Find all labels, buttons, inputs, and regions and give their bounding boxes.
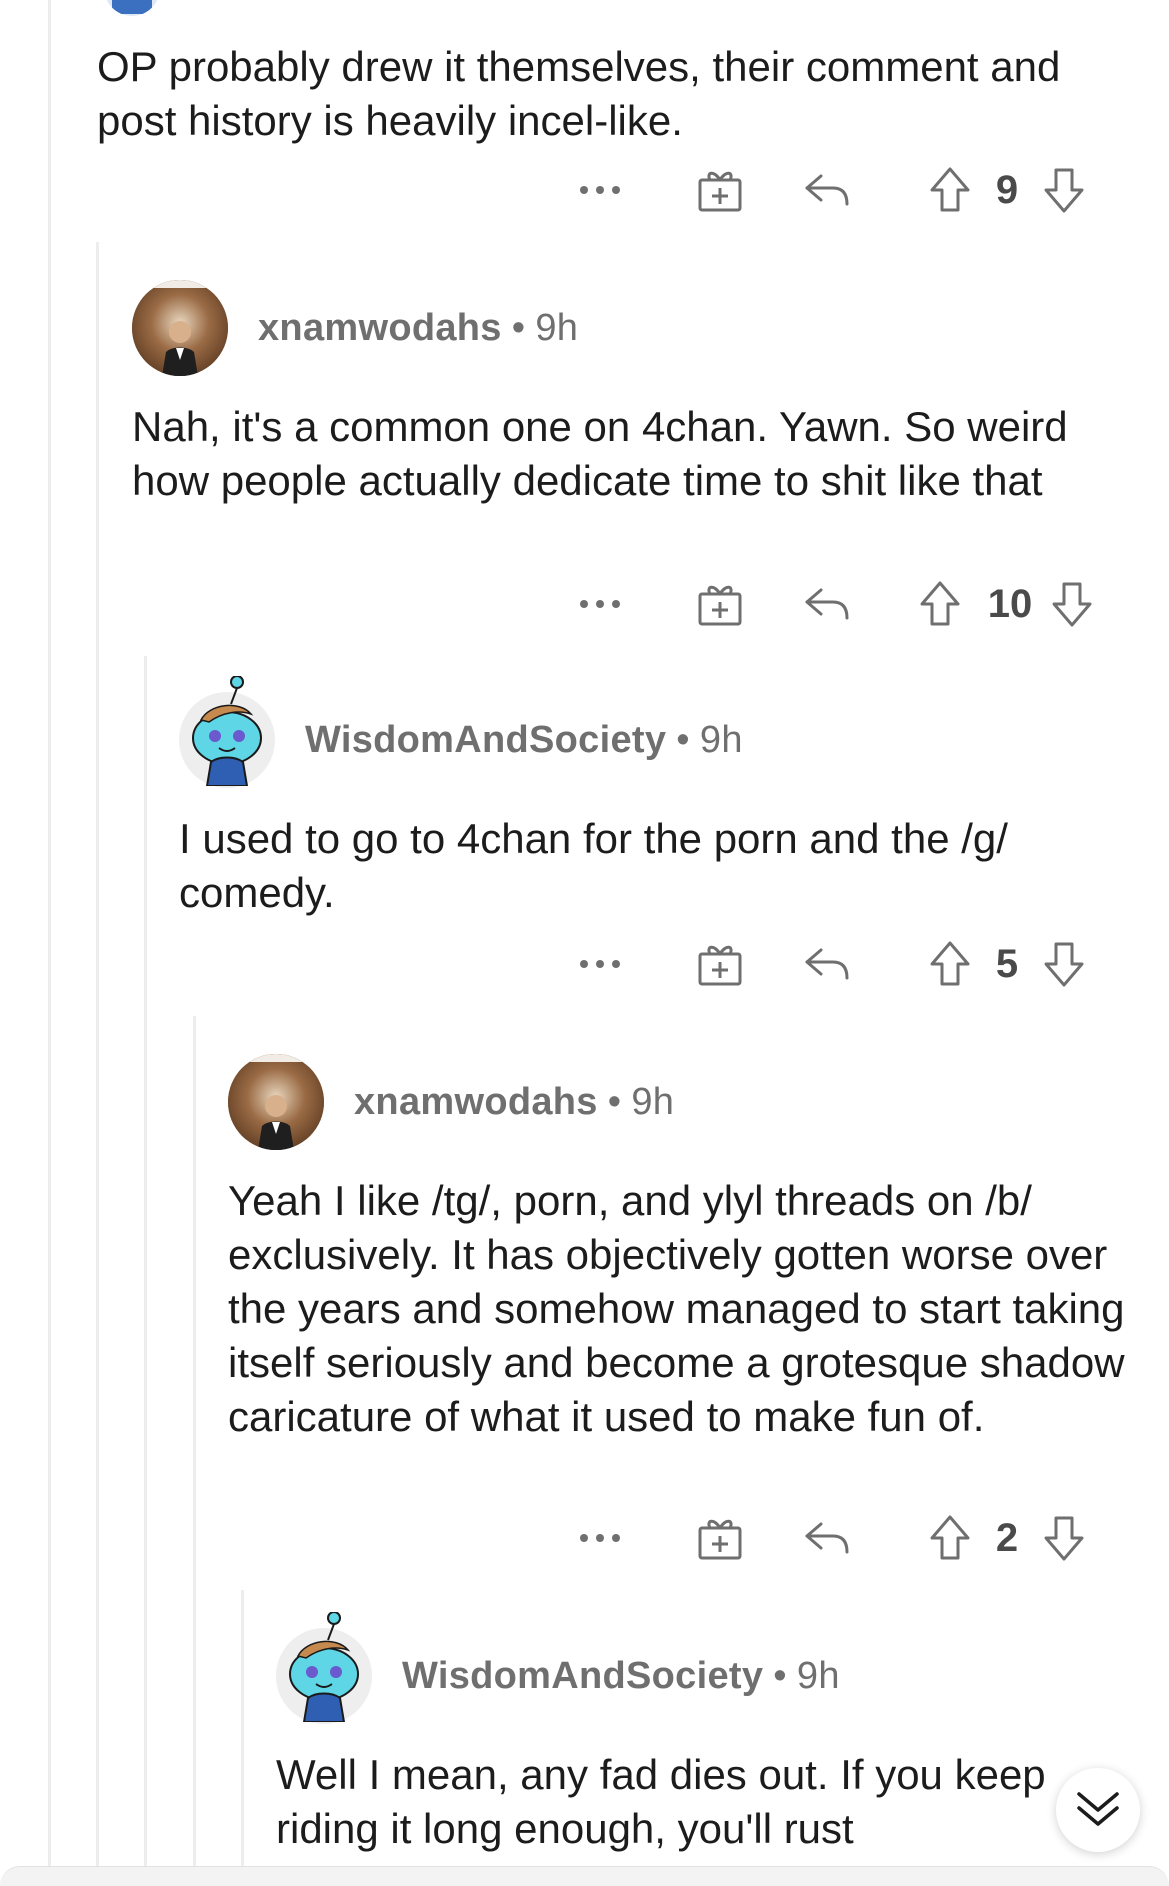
bottom-sheet-edge <box>0 1866 1169 1886</box>
upvote-button[interactable] <box>920 160 980 220</box>
comment-header: xnamwodahs • 9h <box>132 278 578 378</box>
upvote-button[interactable] <box>920 934 980 994</box>
comment-meta: WisdomAndSociety • 9h <box>402 1655 840 1698</box>
downvote-button[interactable] <box>1034 1508 1094 1568</box>
comment-body: OP probably drew it themselves, their co… <box>97 43 1061 144</box>
downvote-button[interactable] <box>1034 160 1094 220</box>
comment-header: WisdomAndSociety • 9h <box>179 676 743 790</box>
comment-actions: 10 <box>0 574 1169 634</box>
score-count: 2 <box>995 1516 1019 1560</box>
timestamp: 9h <box>699 718 743 761</box>
award-button[interactable] <box>690 934 750 994</box>
downvote-button[interactable] <box>1034 934 1094 994</box>
upvote-button[interactable] <box>920 1508 980 1568</box>
snoo-avatar[interactable] <box>179 676 275 788</box>
timestamp: 9h <box>796 1654 840 1697</box>
award-icon <box>698 945 742 986</box>
reply-button[interactable] <box>797 1508 857 1568</box>
comment-2: WisdomAndSociety • 9h I used to go to 4cha… <box>179 676 1139 950</box>
username[interactable]: WisdomAndSociety <box>305 719 666 761</box>
comment-body: I used to go to 4chan for the porn and t… <box>179 815 1008 916</box>
reply-icon <box>805 1522 849 1554</box>
score-count: 10 <box>987 582 1033 626</box>
downvote-icon <box>1052 582 1092 627</box>
comment-body: Yeah I like /tg/, porn, and ylyl threads… <box>228 1177 1125 1440</box>
comment-actions: 9 <box>0 160 1169 220</box>
comment-1: xnamwodahs • 9h Nah, it's a common one on … <box>132 278 1132 608</box>
reply-button[interactable] <box>797 934 857 994</box>
award-button[interactable] <box>690 1508 750 1568</box>
snoo-avatar[interactable] <box>276 1612 372 1724</box>
thread-line-level-2[interactable] <box>96 242 99 1885</box>
more-options-icon <box>580 960 620 968</box>
more-options-button[interactable] <box>570 1508 630 1568</box>
upvote-icon <box>930 1515 970 1560</box>
username[interactable]: xnamwodahs <box>258 307 502 349</box>
more-options-icon <box>580 1534 620 1542</box>
downvote-icon <box>1044 168 1084 213</box>
score-count: 9 <box>995 168 1019 212</box>
upvote-icon <box>930 941 970 986</box>
comment-actions: 2 <box>0 1508 1169 1568</box>
timestamp: 9h <box>535 306 579 349</box>
photo-avatar[interactable] <box>228 1054 324 1150</box>
thread-line-level-3[interactable] <box>144 656 147 1885</box>
meta-separator: • <box>676 718 690 761</box>
upvote-icon <box>930 167 970 212</box>
more-options-button[interactable] <box>570 934 630 994</box>
comment-3: xnamwodahs • 9h Yeah I like /tg/, porn, an… <box>228 1052 1148 1512</box>
award-button[interactable] <box>690 160 750 220</box>
comment-actions: 5 <box>0 934 1169 994</box>
thread-line-level-4[interactable] <box>193 1016 196 1885</box>
collapse-thread-button[interactable] <box>1056 1768 1140 1852</box>
photo-avatar[interactable] <box>132 280 228 376</box>
reply-icon <box>805 174 849 206</box>
award-icon <box>698 585 742 626</box>
comment-body: Nah, it's a common one on 4chan. Yawn. S… <box>132 403 1068 504</box>
comment-meta: WisdomAndSociety • 9h <box>305 719 743 762</box>
reply-button[interactable] <box>797 574 857 634</box>
downvote-button[interactable] <box>1042 574 1102 634</box>
upvote-icon <box>920 581 960 626</box>
username[interactable]: xnamwodahs <box>354 1081 598 1123</box>
meta-separator: • <box>511 306 526 349</box>
comment-header: WisdomAndSociety • 9h <box>276 1612 840 1726</box>
more-options-button[interactable] <box>570 574 630 634</box>
meta-separator: • <box>773 1654 787 1697</box>
reply-icon <box>805 948 849 980</box>
downvote-icon <box>1044 1516 1084 1561</box>
more-options-button[interactable] <box>570 160 630 220</box>
reply-button[interactable] <box>797 160 857 220</box>
comment-body: Well I mean, any fad dies out. If you ke… <box>276 1751 1046 1852</box>
comment-meta: xnamwodahs • 9h <box>354 1081 674 1124</box>
upvote-button[interactable] <box>910 574 970 634</box>
comment-4: WisdomAndSociety • 9h Well I mean, any fad… <box>276 1612 1156 1876</box>
reply-icon <box>805 588 849 620</box>
top-avatar-partial <box>104 0 160 16</box>
comment-meta: xnamwodahs • 9h <box>258 307 578 350</box>
timestamp: 9h <box>631 1080 675 1123</box>
award-icon <box>698 1519 742 1560</box>
meta-separator: • <box>607 1080 622 1123</box>
downvote-icon <box>1044 942 1084 987</box>
award-icon <box>698 171 742 212</box>
thread-line-level-5[interactable] <box>241 1590 244 1885</box>
username[interactable]: WisdomAndSociety <box>402 1655 763 1697</box>
more-options-icon <box>580 186 620 194</box>
chevron-double-down-icon <box>1077 1792 1119 1826</box>
score-count: 5 <box>995 942 1019 986</box>
more-options-icon <box>580 600 620 608</box>
comment-header: xnamwodahs • 9h <box>228 1052 674 1152</box>
award-button[interactable] <box>690 574 750 634</box>
